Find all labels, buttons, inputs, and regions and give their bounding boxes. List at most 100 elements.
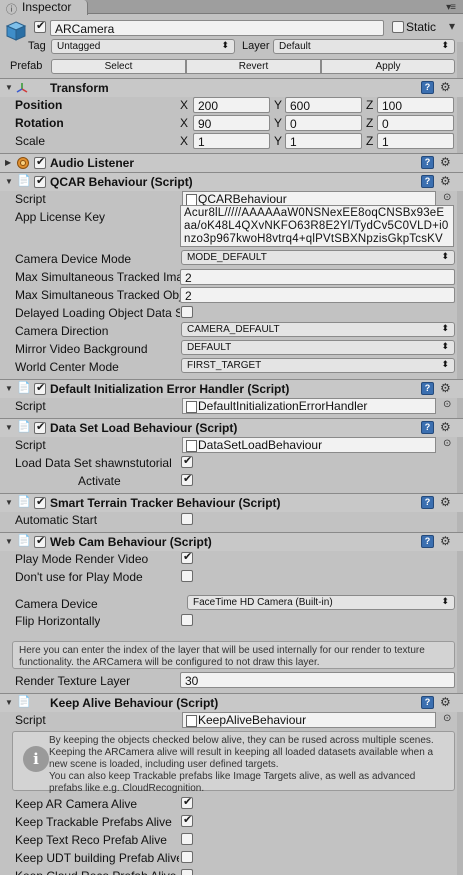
qcar-behaviour-header[interactable]: ▼ 📄 QCAR Behaviour (Script) ? ⚙ (0, 172, 463, 191)
help-book-icon[interactable]: ? (421, 175, 434, 188)
static-checkbox[interactable] (392, 21, 404, 33)
prefab-revert-button[interactable]: Revert (186, 59, 321, 74)
qcar-enabled-checkbox[interactable] (34, 174, 46, 188)
mirror-video-dropdown[interactable]: DEFAULT ⬍ (181, 340, 455, 355)
camera-device-mode-dropdown[interactable]: MODE_DEFAULT ⬍ (181, 250, 455, 265)
object-picker-icon[interactable]: ⊙ (443, 192, 451, 203)
keep-trackable-checkbox[interactable] (181, 813, 193, 827)
foldout-arrow-icon[interactable]: ▼ (5, 384, 13, 393)
smart-terrain-enabled-checkbox[interactable] (34, 495, 46, 509)
keep-text-reco-checkbox[interactable] (181, 833, 193, 845)
rotation-y-field[interactable]: 0 (285, 115, 362, 131)
flip-horizontally-checkbox[interactable] (181, 614, 193, 626)
gear-icon[interactable]: ⚙ (440, 80, 451, 94)
help-book-icon[interactable]: ? (421, 382, 434, 395)
help-book-icon[interactable]: ? (421, 81, 434, 94)
init-error-script-field[interactable]: DefaultInitializationErrorHandler (182, 398, 436, 414)
camera-direction-dropdown[interactable]: CAMERA_DEFAULT ⬍ (181, 322, 455, 337)
keep-udt-checkbox[interactable] (181, 851, 193, 863)
object-picker-icon[interactable]: ⊙ (443, 399, 451, 410)
layer-dropdown[interactable]: Default ⬍ (273, 39, 455, 54)
audio-listener-enabled-checkbox[interactable] (34, 155, 46, 169)
world-center-label: World Center Mode (15, 360, 119, 374)
object-name-field[interactable]: ARCamera (50, 20, 384, 36)
scale-z-field[interactable]: 1 (377, 133, 454, 149)
keepalive-help-line2: Keeping the ARCamera alive will result i… (49, 747, 434, 770)
help-book-icon[interactable]: ? (421, 496, 434, 509)
play-mode-render-checkbox[interactable] (181, 550, 193, 564)
help-book-icon[interactable]: ? (421, 421, 434, 434)
keep-cloud-reco-label: Keep Cloud Reco Prefab Alive (15, 869, 179, 875)
object-picker-icon[interactable]: ⊙ (443, 713, 451, 724)
keepalive-title: Keep Alive Behaviour (Script) (50, 696, 219, 710)
gear-icon[interactable]: ⚙ (440, 534, 451, 548)
object-picker-icon[interactable]: ⊙ (443, 438, 451, 449)
smart-terrain-header[interactable]: ▼ 📄 Smart Terrain Tracker Behaviour (Scr… (0, 493, 463, 512)
help-book-icon[interactable]: ? (421, 696, 434, 709)
gear-icon[interactable]: ⚙ (440, 420, 451, 434)
gear-icon[interactable]: ⚙ (440, 174, 451, 188)
foldout-arrow-icon[interactable]: ▼ (5, 698, 13, 707)
foldout-arrow-icon[interactable]: ▶ (5, 158, 11, 167)
static-dropdown-icon[interactable]: ▾ (449, 19, 455, 33)
keepalive-header[interactable]: ▼ 📄 Keep Alive Behaviour (Script) ? ⚙ (0, 693, 463, 712)
max-images-field[interactable]: 2 (180, 269, 455, 285)
webcam-enabled-checkbox[interactable] (34, 534, 46, 548)
tag-dropdown[interactable]: Untagged ⬍ (51, 39, 235, 54)
load-dataset-checkbox[interactable] (181, 454, 193, 468)
keep-trackable-label: Keep Trackable Prefabs Alive (15, 815, 172, 829)
object-active-checkbox[interactable] (34, 19, 46, 33)
camera-device-dropdown[interactable]: FaceTime HD Camera (Built-in) ⬍ (187, 595, 455, 610)
init-error-handler-header[interactable]: ▼ 📄 Default Initialization Error Handler… (0, 379, 463, 398)
transform-header[interactable]: ▼ Transform ? ⚙ (0, 78, 463, 97)
foldout-arrow-icon[interactable]: ▼ (5, 537, 13, 546)
world-center-dropdown[interactable]: FIRST_TARGET ⬍ (181, 358, 455, 373)
foldout-arrow-icon[interactable]: ▼ (5, 83, 13, 92)
camera-direction-value: CAMERA_DEFAULT (187, 324, 280, 335)
help-book-icon[interactable]: ? (421, 156, 434, 169)
license-key-field[interactable]: Acur8lL/////AAAAAaW0NSNexEE8oqCNSBx93eEa… (180, 205, 454, 247)
gear-icon[interactable]: ⚙ (440, 495, 451, 509)
render-texture-layer-field[interactable]: 30 (180, 672, 455, 688)
tab-menu-icon[interactable]: ▾≡ (446, 2, 456, 13)
gear-icon[interactable]: ⚙ (440, 381, 451, 395)
automatic-start-label: Automatic Start (15, 513, 98, 527)
render-layer-help-box: Here you can enter the index of the laye… (12, 641, 455, 669)
chevron-updown-icon: ⬍ (441, 40, 449, 50)
position-y-field[interactable]: 600 (285, 97, 362, 113)
foldout-arrow-icon[interactable]: ▼ (5, 423, 13, 432)
prefab-select-button[interactable]: Select (51, 59, 186, 74)
scale-y-field[interactable]: 1 (285, 133, 362, 149)
help-book-icon[interactable]: ? (421, 535, 434, 548)
position-z-field[interactable]: 100 (377, 97, 454, 113)
transform-axes-icon (16, 83, 28, 93)
audio-listener-header[interactable]: ▶ Audio Listener ? ⚙ (0, 153, 463, 172)
axis-z-label: Z (366, 134, 374, 148)
foldout-arrow-icon[interactable]: ▼ (5, 177, 13, 186)
init-error-enabled-checkbox[interactable] (34, 381, 46, 395)
automatic-start-checkbox[interactable] (181, 513, 193, 525)
keep-ar-camera-label: Keep AR Camera Alive (15, 797, 138, 811)
prefab-apply-button[interactable]: Apply (321, 59, 455, 74)
dataset-script-field[interactable]: DataSetLoadBehaviour (182, 437, 436, 453)
max-objects-field[interactable]: 2 (180, 287, 455, 303)
gear-icon[interactable]: ⚙ (440, 695, 451, 709)
gear-icon[interactable]: ⚙ (440, 155, 451, 169)
keep-ar-camera-checkbox[interactable] (181, 795, 193, 809)
keep-cloud-reco-checkbox[interactable] (181, 869, 193, 875)
rotation-x-field[interactable]: 90 (193, 115, 270, 131)
activate-checkbox[interactable] (181, 472, 193, 486)
position-x-field[interactable]: 200 (193, 97, 270, 113)
scale-x-field[interactable]: 1 (193, 133, 270, 149)
dataset-enabled-checkbox[interactable] (34, 420, 46, 434)
dataset-load-header[interactable]: ▼ 📄 Data Set Load Behaviour (Script) ? ⚙ (0, 418, 463, 437)
keepalive-help-line3: You can also keep Trackable prefabs like… (49, 771, 416, 794)
tab-inspector[interactable]: ⓘ Inspector (0, 0, 88, 16)
load-dataset-label: Load Data Set shawnstutorial (15, 456, 172, 470)
rotation-z-field[interactable]: 0 (377, 115, 454, 131)
webcam-header[interactable]: ▼ 📄 Web Cam Behaviour (Script) ? ⚙ (0, 532, 463, 551)
dont-use-checkbox[interactable] (181, 570, 193, 582)
keepalive-script-field[interactable]: KeepAliveBehaviour (182, 712, 436, 728)
delayed-loading-checkbox[interactable] (181, 306, 193, 318)
foldout-arrow-icon[interactable]: ▼ (5, 498, 13, 507)
